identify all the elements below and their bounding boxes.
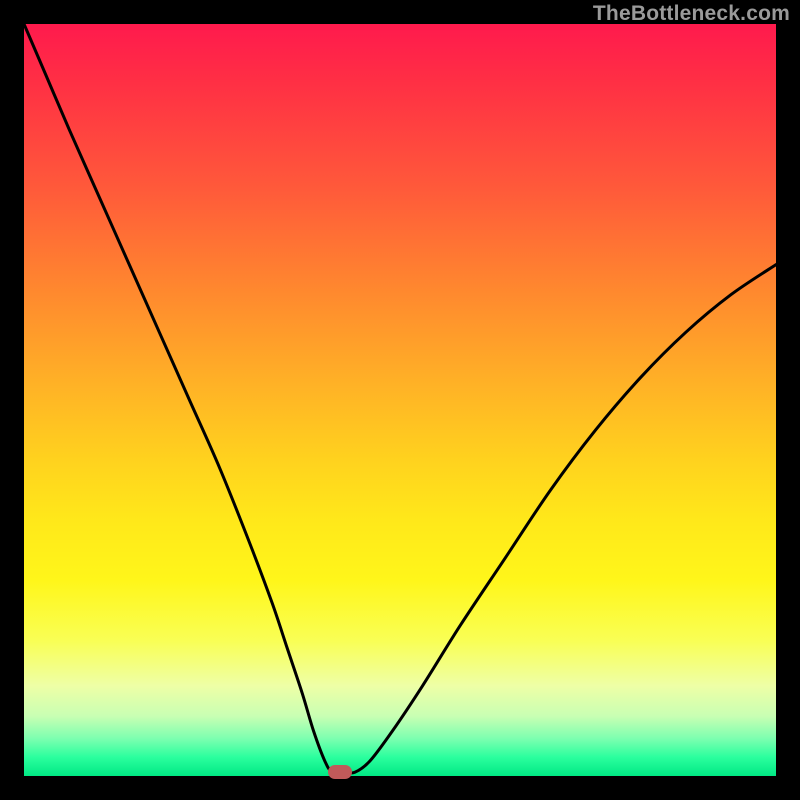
- curve-layer: [24, 24, 776, 776]
- plot-area: [24, 24, 776, 776]
- minimum-marker: [328, 765, 352, 779]
- chart-frame: TheBottleneck.com: [0, 0, 800, 800]
- bottleneck-curve: [24, 24, 776, 773]
- watermark-text: TheBottleneck.com: [593, 2, 790, 26]
